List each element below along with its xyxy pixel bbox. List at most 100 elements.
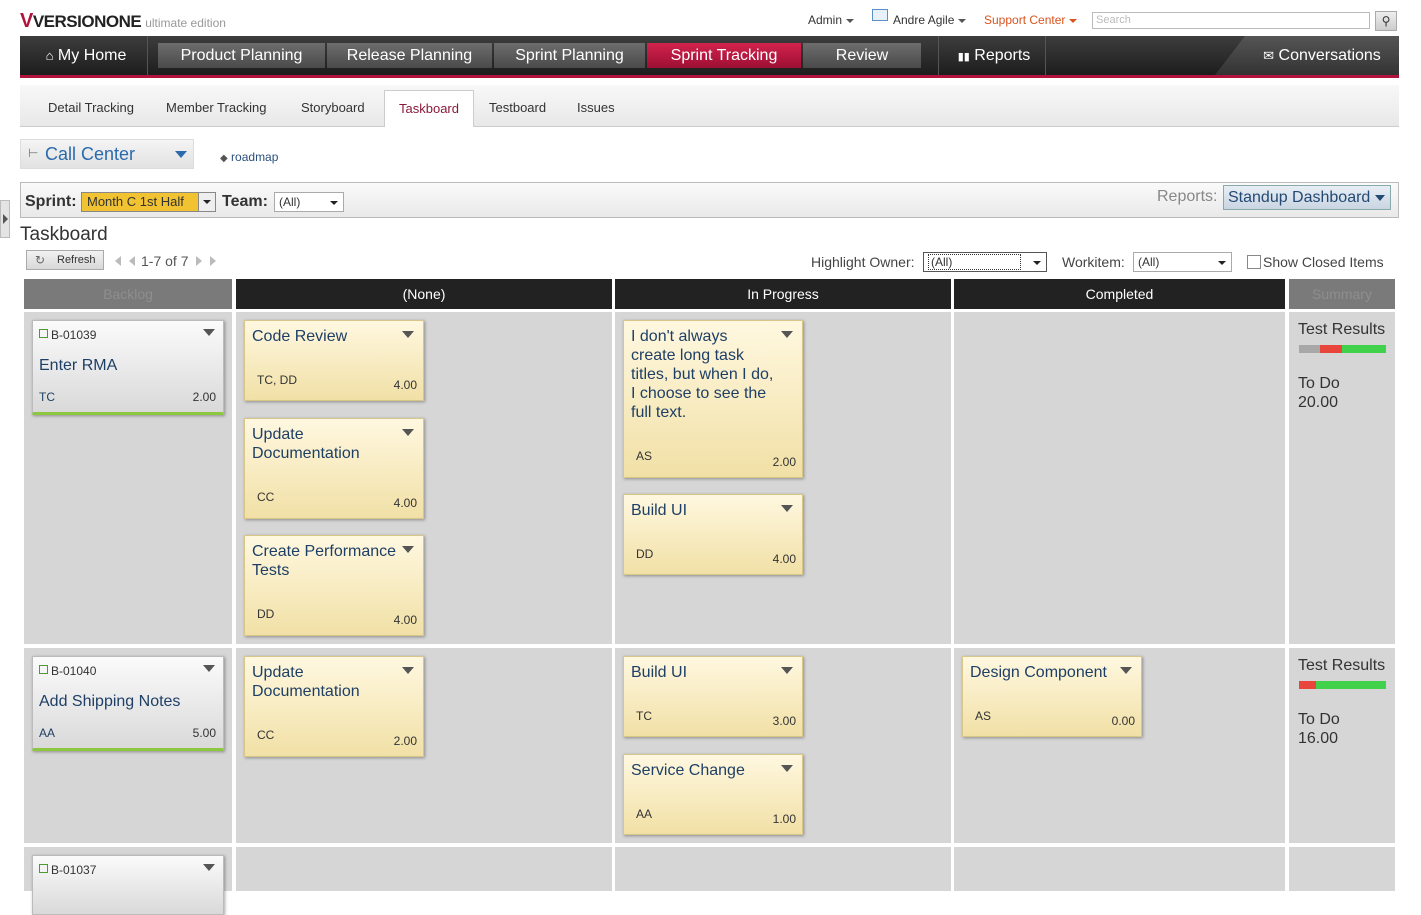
task-title[interactable]: Code Review <box>252 327 347 346</box>
card-menu-icon[interactable] <box>781 331 793 338</box>
show-closed-checkbox[interactable] <box>1247 255 1261 269</box>
subnav-taskboard[interactable]: Taskboard <box>384 90 474 127</box>
test-results-bar <box>1299 345 1386 353</box>
subnav-testboard[interactable]: Testboard <box>489 100 546 115</box>
test-bar-passed <box>1316 681 1386 689</box>
story-estimate: 5.00 <box>192 726 216 740</box>
roadmap-icon: ◆ <box>220 153 228 164</box>
task-title[interactable]: Create Performance Tests <box>252 542 402 580</box>
task-owner: DD <box>636 547 654 561</box>
user-menu[interactable]: Andre Agile <box>893 13 967 27</box>
story-card[interactable]: B-01040 Add Shipping Notes AA 5.00 <box>32 656 224 751</box>
card-menu-icon[interactable] <box>781 667 793 674</box>
subnav-storyboard[interactable]: Storyboard <box>301 100 365 115</box>
nav-tab-product-planning[interactable]: Product Planning <box>158 43 325 68</box>
versionone-logo[interactable]: VVERSIONONE ultimate edition <box>20 10 226 33</box>
card-menu-icon[interactable] <box>402 546 414 553</box>
card-menu-icon[interactable] <box>402 429 414 436</box>
roadmap-link[interactable]: ◆ roadmap <box>220 150 278 164</box>
nav-tab-sprint-planning[interactable]: Sprint Planning <box>494 43 645 68</box>
task-card[interactable]: Update Documentation CC 4.00 <box>244 418 424 519</box>
project-selector[interactable]: ⊢ Call Center <box>20 139 194 169</box>
story-card[interactable]: B-01037 <box>32 855 224 915</box>
card-menu-icon[interactable] <box>781 505 793 512</box>
story-title[interactable]: Enter RMA <box>39 357 117 375</box>
task-card[interactable]: Service Change AA 1.00 <box>623 754 803 835</box>
task-card[interactable]: I don't always create long task titles, … <box>623 320 803 478</box>
task-card[interactable]: Build UI DD 4.00 <box>623 494 803 575</box>
messages-icon[interactable] <box>872 9 888 21</box>
home-icon: ⌂ <box>45 48 54 63</box>
sprint-select[interactable]: Month C 1st Half <box>81 192 216 212</box>
todo-value: 16.00 <box>1298 730 1339 747</box>
task-card[interactable]: Create Performance Tests DD 4.00 <box>244 535 424 636</box>
task-estimate: 2.00 <box>393 734 417 748</box>
subnav-issues[interactable]: Issues <box>577 100 615 115</box>
nav-reports[interactable]: ▮▮ Reports <box>948 36 1040 75</box>
refresh-button[interactable]: ↻ Refresh <box>26 250 104 270</box>
story-id: B-01037 <box>51 863 97 877</box>
nav-my-home[interactable]: ⌂ My Home <box>34 36 138 75</box>
team-select[interactable]: (All) <box>274 192 344 212</box>
task-title[interactable]: Build UI <box>631 663 687 682</box>
chevron-down-icon <box>1069 18 1078 23</box>
task-estimate: 0.00 <box>1111 714 1135 728</box>
nav-tab-sprint-tracking[interactable]: Sprint Tracking <box>647 43 801 68</box>
story-title[interactable]: Add Shipping Notes <box>39 693 180 711</box>
task-title[interactable]: Update Documentation <box>252 663 402 701</box>
chat-bubbles-icon: ✉ <box>1263 48 1275 63</box>
support-center-menu[interactable]: Support Center <box>984 13 1078 27</box>
row1-completed-cell <box>954 312 1285 644</box>
admin-menu[interactable]: Admin <box>808 13 855 27</box>
task-card[interactable]: Design Component AS 0.00 <box>962 656 1142 737</box>
card-menu-icon[interactable] <box>1120 667 1132 674</box>
task-title[interactable]: Build UI <box>631 501 687 520</box>
reports-select[interactable]: Standup Dashboard <box>1223 185 1391 210</box>
next-page-icon[interactable] <box>196 256 202 266</box>
page-title: Taskboard <box>20 224 108 245</box>
card-menu-icon[interactable] <box>402 667 414 674</box>
task-title[interactable]: I don't always create long task titles, … <box>631 327 776 422</box>
row1-summary-cell <box>1289 312 1395 644</box>
search-input[interactable]: Search <box>1092 12 1370 29</box>
last-page-icon[interactable] <box>210 256 216 266</box>
subnav-detail-tracking[interactable]: Detail Tracking <box>48 100 134 115</box>
nav-tab-release-planning[interactable]: Release Planning <box>327 43 492 68</box>
task-owner: DD <box>257 607 275 621</box>
column-header-none: (None) <box>236 279 612 309</box>
workitem-select[interactable]: (All) <box>1133 252 1232 272</box>
task-title[interactable]: Design Component <box>970 663 1107 682</box>
reports-label: Reports: <box>1157 188 1218 205</box>
card-menu-icon[interactable] <box>781 765 793 772</box>
task-card[interactable]: Update Documentation CC 2.00 <box>244 656 424 757</box>
refresh-icon: ↻ <box>35 253 46 267</box>
dropdown-arrow-icon <box>1375 195 1385 201</box>
row3-summary-cell <box>1289 847 1395 891</box>
first-page-icon[interactable] <box>115 256 121 266</box>
highlight-owner-select[interactable]: (All) <box>923 252 1047 272</box>
card-menu-icon[interactable] <box>203 329 215 336</box>
task-card[interactable]: Code Review TC, DD 4.00 <box>244 320 424 401</box>
show-closed-label: Show Closed Items <box>1263 254 1384 270</box>
nav-conversations[interactable]: ✉ Conversations <box>1252 36 1392 75</box>
subnav-member-tracking[interactable]: Member Tracking <box>166 100 266 115</box>
test-bar-failed <box>1299 681 1316 689</box>
column-header-completed: Completed <box>954 279 1285 309</box>
task-owner: AS <box>975 709 992 723</box>
task-title[interactable]: Update Documentation <box>252 425 402 463</box>
story-card[interactable]: B-01039 Enter RMA TC 2.00 <box>32 320 224 415</box>
search-icon: ⚲ <box>1381 14 1391 28</box>
nav-tab-review[interactable]: Review <box>803 43 921 68</box>
dropdown-arrow-icon <box>1218 261 1226 265</box>
card-menu-icon[interactable] <box>402 331 414 338</box>
search-button[interactable]: ⚲ <box>1375 11 1397 31</box>
sidebar-toggle[interactable] <box>0 200 10 238</box>
card-menu-icon[interactable] <box>203 864 215 871</box>
nav-divider <box>1045 36 1046 75</box>
todo-label: To Do <box>1298 375 1340 392</box>
task-card[interactable]: Build UI TC 3.00 <box>623 656 803 737</box>
task-title[interactable]: Service Change <box>631 761 745 780</box>
card-menu-icon[interactable] <box>203 665 215 672</box>
task-estimate: 4.00 <box>393 613 417 627</box>
prev-page-icon[interactable] <box>129 256 135 266</box>
